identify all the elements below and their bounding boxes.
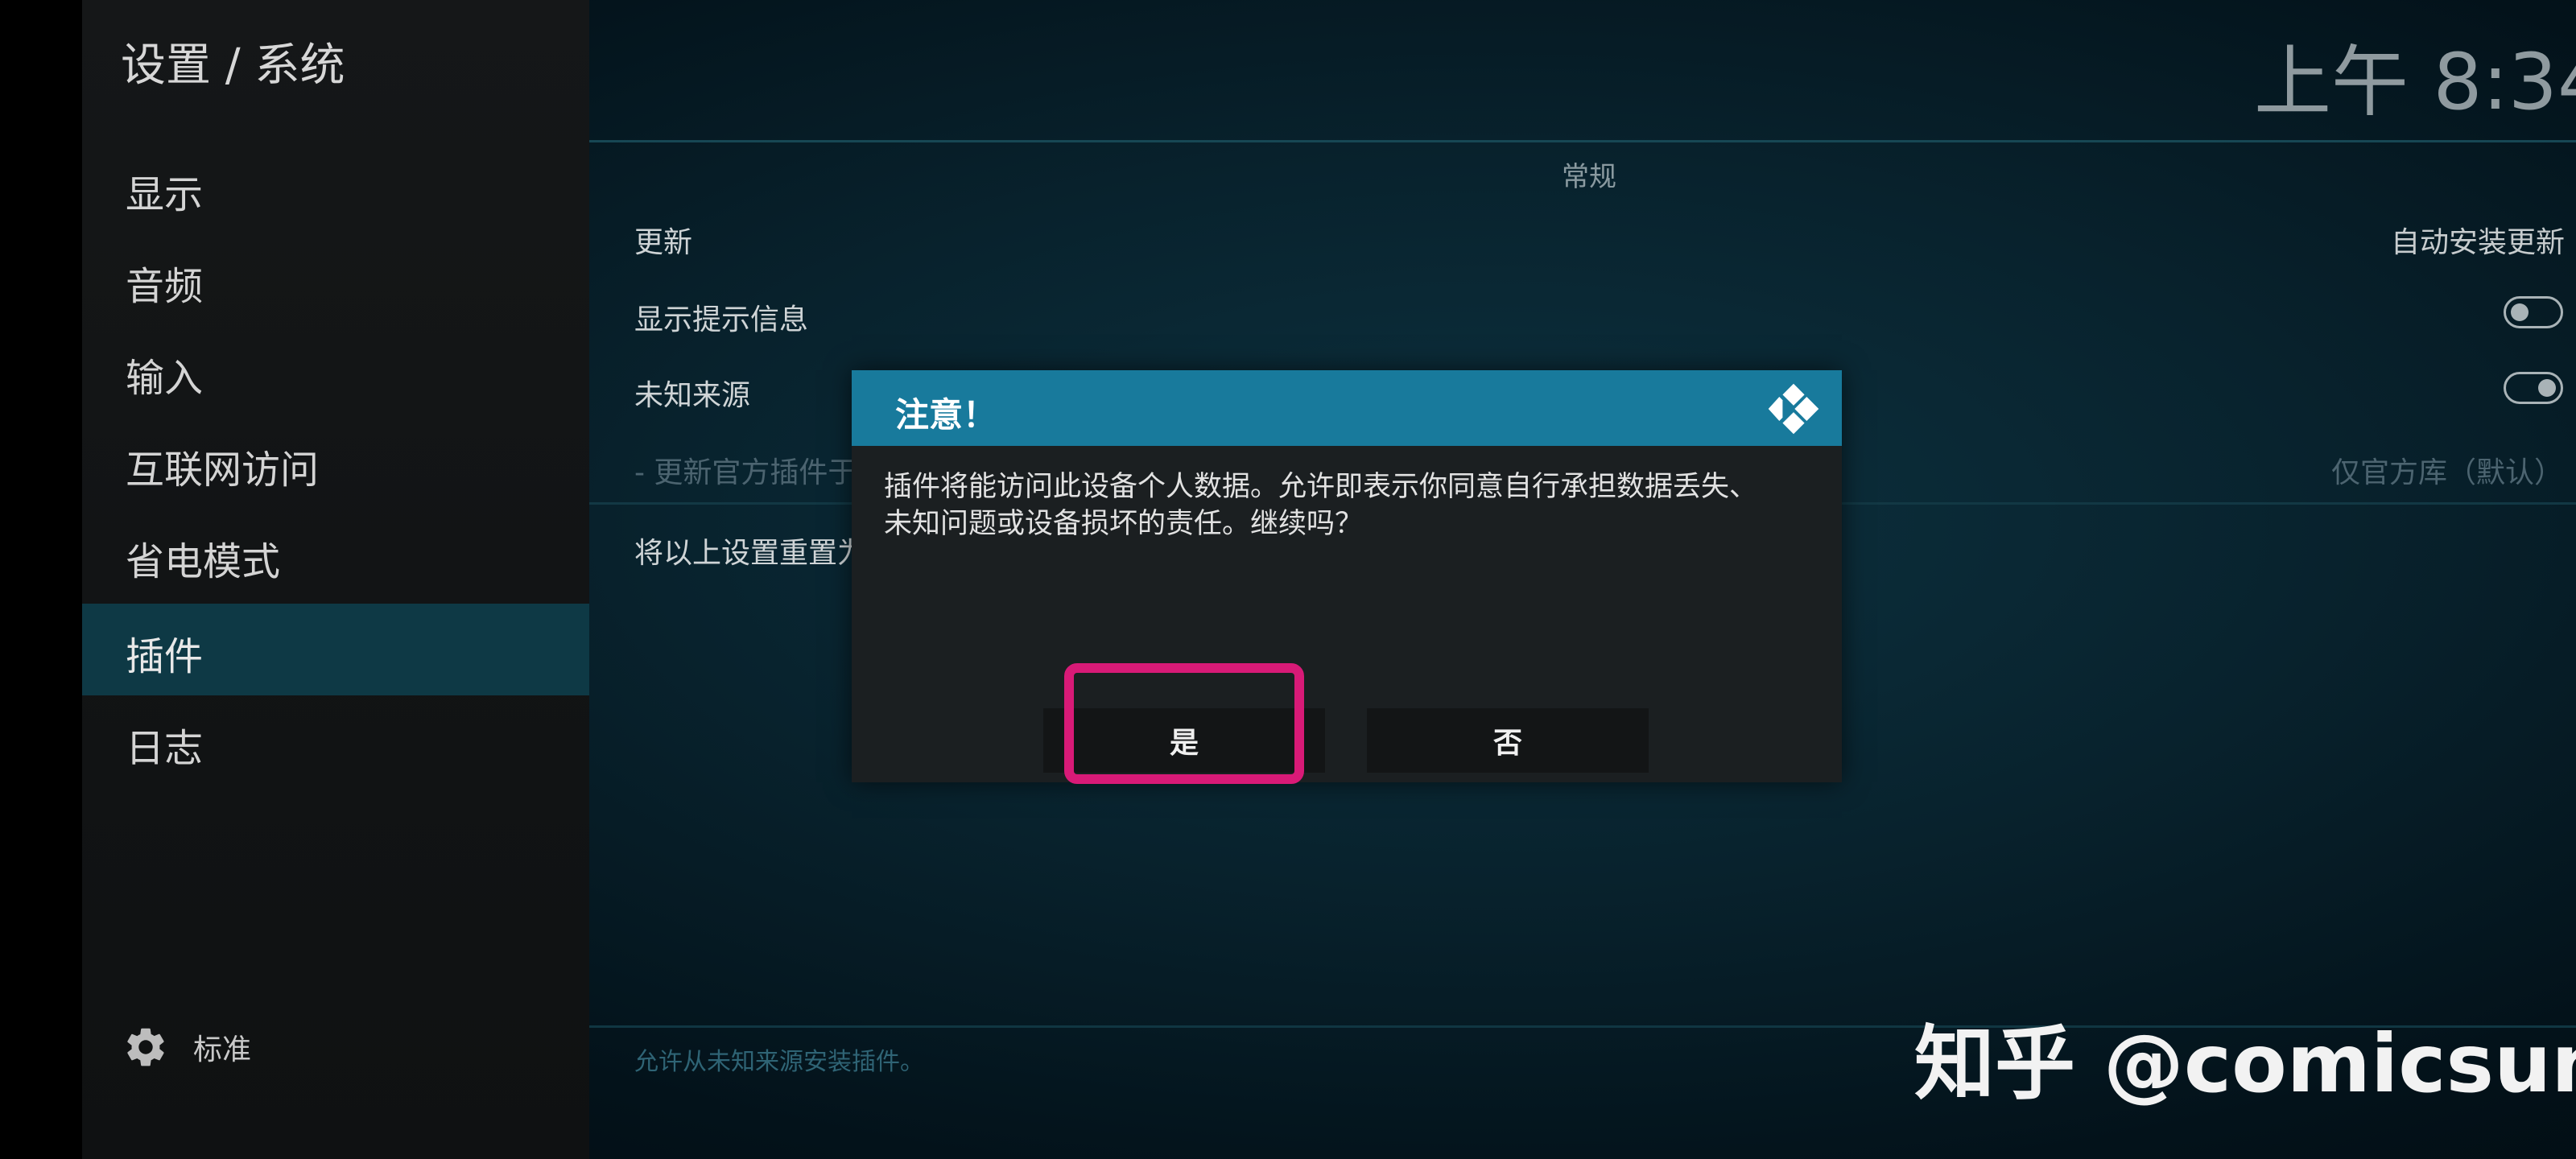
- dialog-title: 注意！: [895, 395, 997, 435]
- kodi-logo-icon: [1768, 383, 1819, 435]
- sidebar-item-logging[interactable]: 日志: [82, 695, 589, 787]
- header-divider: [589, 140, 2576, 142]
- confirm-dialog: 注意！ 插件将能访问此设备个人数据。允许即表示你同意自行承担数据丢失、 未知问题…: [852, 370, 1842, 782]
- dialog-message: 插件将能访问此设备个人数据。允许即表示你同意自行承担数据丢失、 未知问题或设备损…: [884, 468, 1810, 542]
- clock: 上午 8:34: [2254, 37, 2576, 127]
- setting-value: 仅官方库（默认）: [2331, 456, 2564, 489]
- dialog-message-line: 未知问题或设备损坏的责任。继续吗？: [884, 508, 1364, 540]
- setting-label: - 更新官方插件于: [634, 456, 857, 489]
- sidebar-item-label: 日志: [126, 726, 204, 771]
- settings-level-label: 标准: [193, 1033, 252, 1066]
- setting-value: 自动安装更新: [2391, 226, 2566, 259]
- setting-label: 将以上设置重置为: [634, 537, 867, 570]
- toggle-switch-on[interactable]: [2504, 372, 2563, 404]
- sidebar-item-label: 互联网访问: [126, 448, 320, 493]
- highlight-annotation-box: [1064, 663, 1304, 784]
- dialog-message-line: 插件将能访问此设备个人数据。允许即表示你同意自行承担数据丢失、: [884, 471, 1758, 503]
- setting-label: 显示提示信息: [634, 303, 809, 336]
- sidebar-item-internet-access[interactable]: 互联网访问: [82, 417, 589, 509]
- setting-label: 更新: [634, 226, 693, 259]
- letterbox-left: [0, 0, 82, 1159]
- dialog-header: 注意！: [852, 370, 1842, 446]
- watermark: 知乎 @comicsun: [1914, 1017, 2576, 1111]
- sidebar-item-addons[interactable]: 插件: [82, 604, 589, 695]
- kodi-screen: 设置 / 系统 显示 音频 输入 互联网访问 省电模式 插件 日志 标准 上午 …: [0, 0, 2576, 1159]
- breadcrumb: 设置 / 系统: [121, 39, 345, 92]
- group-title: 常规: [1562, 161, 1616, 193]
- settings-level-button[interactable]: 标准: [122, 1024, 251, 1070]
- setting-label: 未知来源: [634, 379, 751, 412]
- sidebar-item-label: 显示: [126, 172, 204, 217]
- sidebar-item-input[interactable]: 输入: [82, 325, 589, 417]
- sidebar-item-label: 插件: [126, 634, 204, 679]
- sidebar-item-audio[interactable]: 音频: [82, 233, 589, 325]
- setting-description: 允许从未知来源安装插件。: [634, 1048, 924, 1076]
- no-button[interactable]: 否: [1367, 708, 1649, 773]
- sidebar-item-label: 音频: [126, 264, 204, 309]
- gear-icon: [127, 1028, 164, 1066]
- sidebar-item-power-saving[interactable]: 省电模式: [82, 509, 589, 600]
- toggle-switch-off[interactable]: [2504, 296, 2563, 328]
- sidebar-item-label: 输入: [126, 356, 204, 401]
- sidebar-item-label: 省电模式: [126, 539, 281, 584]
- sidebar-item-display[interactable]: 显示: [82, 142, 589, 233]
